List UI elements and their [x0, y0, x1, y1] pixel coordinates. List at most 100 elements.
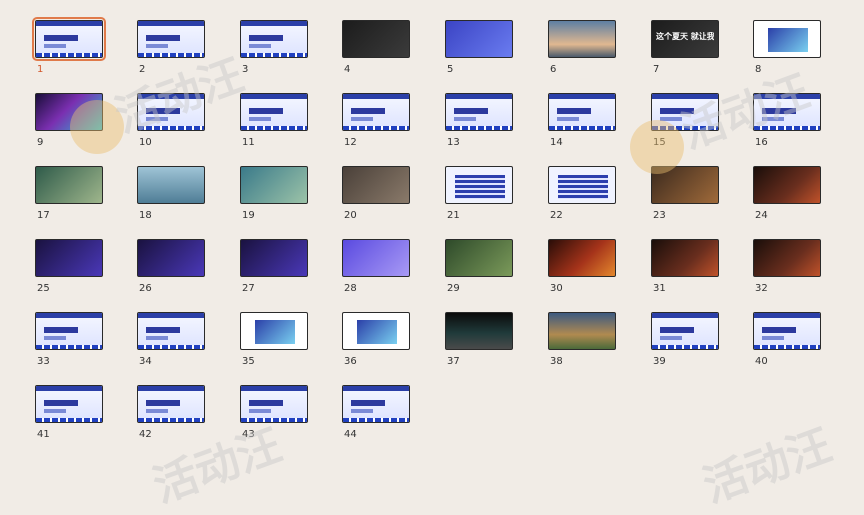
slide-thumbnail-39[interactable]: 39: [651, 312, 721, 372]
slide-preview[interactable]: [753, 239, 821, 277]
slide-thumbnail-16[interactable]: 16: [753, 93, 823, 153]
slide-preview[interactable]: [137, 166, 205, 204]
slide-preview[interactable]: [753, 166, 821, 204]
slide-title-bar: [454, 108, 488, 114]
slide-preview[interactable]: [753, 93, 821, 131]
slide-preview[interactable]: [445, 312, 513, 350]
slide-preview[interactable]: [137, 312, 205, 350]
slide-preview[interactable]: [240, 312, 308, 350]
slide-thumbnail-34[interactable]: 34: [137, 312, 207, 372]
slide-thumbnail-14[interactable]: 14: [548, 93, 618, 153]
slide-thumbnail-26[interactable]: 26: [137, 239, 207, 299]
slide-thumbnail-10[interactable]: 10: [137, 93, 207, 153]
slide-thumbnail-22[interactable]: 22: [548, 166, 618, 226]
slide-preview[interactable]: [753, 312, 821, 350]
slide-preview[interactable]: [445, 20, 513, 58]
slide-thumbnail-2[interactable]: 2: [137, 20, 207, 80]
slide-thumbnail-12[interactable]: 12: [342, 93, 412, 153]
slide-thumbnail-32[interactable]: 32: [753, 239, 823, 299]
slide-preview[interactable]: [35, 312, 103, 350]
slide-thumbnail-15[interactable]: 15: [651, 93, 721, 153]
slide-number: 9: [37, 137, 44, 148]
slide-preview[interactable]: [137, 93, 205, 131]
slide-preview[interactable]: [342, 93, 410, 131]
slide-thumbnail-28[interactable]: 28: [342, 239, 412, 299]
slide-preview[interactable]: [137, 20, 205, 58]
slide-preview[interactable]: [342, 239, 410, 277]
slide-thumbnail-25[interactable]: 25: [35, 239, 105, 299]
slide-thumbnail-4[interactable]: 4: [342, 20, 412, 80]
slide-sorter-grid: 123456这个夏天 就让我们7891011121314151617181920…: [0, 0, 864, 486]
slide-thumbnail-29[interactable]: 29: [445, 239, 515, 299]
slide-preview[interactable]: [342, 312, 410, 350]
slide-thumbnail-40[interactable]: 40: [753, 312, 823, 372]
slide-thumbnail-37[interactable]: 37: [445, 312, 515, 372]
slide-thumbnail-11[interactable]: 11: [240, 93, 310, 153]
slide-thumbnail-17[interactable]: 17: [35, 166, 105, 226]
slide-preview[interactable]: [342, 20, 410, 58]
slide-preview[interactable]: [548, 166, 616, 204]
slide-thumbnail-36[interactable]: 36: [342, 312, 412, 372]
slide-thumbnail-5[interactable]: 5: [445, 20, 515, 80]
slide-preview[interactable]: [35, 166, 103, 204]
slide-preview[interactable]: [651, 93, 719, 131]
slide-preview[interactable]: [445, 166, 513, 204]
slide-preview[interactable]: [548, 239, 616, 277]
slide-thumbnail-19[interactable]: 19: [240, 166, 310, 226]
slide-preview[interactable]: [651, 239, 719, 277]
slide-thumbnail-38[interactable]: 38: [548, 312, 618, 372]
slide-thumbnail-43[interactable]: 43: [240, 385, 310, 445]
slide-preview[interactable]: [35, 93, 103, 131]
slide-thumbnail-7[interactable]: 这个夏天 就让我们 7: [651, 20, 721, 80]
slide-thumbnail-6[interactable]: 6: [548, 20, 618, 80]
slide-thumbnail-8[interactable]: 8: [753, 20, 823, 80]
slide-subtitle-bar: [146, 44, 168, 48]
slide-number: 28: [344, 283, 357, 294]
slide-number: 14: [550, 137, 563, 148]
slide-thumbnail-41[interactable]: 41: [35, 385, 105, 445]
slide-preview[interactable]: [342, 166, 410, 204]
slide-preview[interactable]: [240, 20, 308, 58]
slide-preview[interactable]: [240, 166, 308, 204]
slide-number: 15: [653, 137, 666, 148]
slide-thumbnail-24[interactable]: 24: [753, 166, 823, 226]
slide-preview[interactable]: [32, 17, 106, 61]
slide-preview[interactable]: [35, 239, 103, 277]
slide-thumbnail-30[interactable]: 30: [548, 239, 618, 299]
slide-preview[interactable]: [137, 385, 205, 423]
slide-preview[interactable]: 这个夏天 就让我们: [651, 20, 719, 58]
slide-thumbnail-42[interactable]: 42: [137, 385, 207, 445]
slide-thumbnail-21[interactable]: 21: [445, 166, 515, 226]
slide-preview[interactable]: [342, 385, 410, 423]
slide-preview[interactable]: [35, 385, 103, 423]
slide-preview[interactable]: [137, 239, 205, 277]
slide-preview[interactable]: [445, 239, 513, 277]
slide-subtitle-bar: [454, 117, 476, 121]
slide-preview[interactable]: [651, 312, 719, 350]
slide-thumbnail-1[interactable]: 1: [32, 17, 106, 80]
slide-preview[interactable]: [548, 20, 616, 58]
slide-thumbnail-18[interactable]: 18: [137, 166, 207, 226]
slide-preview[interactable]: [240, 385, 308, 423]
slide-number: 18: [139, 210, 152, 221]
slide-thumbnail-23[interactable]: 23: [651, 166, 721, 226]
slide-preview[interactable]: [753, 20, 821, 58]
slide-thumbnail-13[interactable]: 13: [445, 93, 515, 153]
slide-number: 20: [344, 210, 357, 221]
slide-preview[interactable]: [651, 166, 719, 204]
slide-thumbnail-3[interactable]: 3: [240, 20, 310, 80]
slide-preview[interactable]: [445, 93, 513, 131]
slide-thumbnail-20[interactable]: 20: [342, 166, 412, 226]
slide-preview[interactable]: [240, 239, 308, 277]
slide-thumbnail-35[interactable]: 35: [240, 312, 310, 372]
slide-preview[interactable]: [548, 93, 616, 131]
slide-preview[interactable]: [548, 312, 616, 350]
slide-number: 1: [37, 64, 44, 75]
slide-number: 42: [139, 429, 152, 440]
slide-preview[interactable]: [240, 93, 308, 131]
slide-thumbnail-33[interactable]: 33: [35, 312, 105, 372]
slide-thumbnail-44[interactable]: 44: [342, 385, 412, 445]
slide-thumbnail-27[interactable]: 27: [240, 239, 310, 299]
slide-thumbnail-31[interactable]: 31: [651, 239, 721, 299]
slide-thumbnail-9[interactable]: 9: [35, 93, 105, 153]
